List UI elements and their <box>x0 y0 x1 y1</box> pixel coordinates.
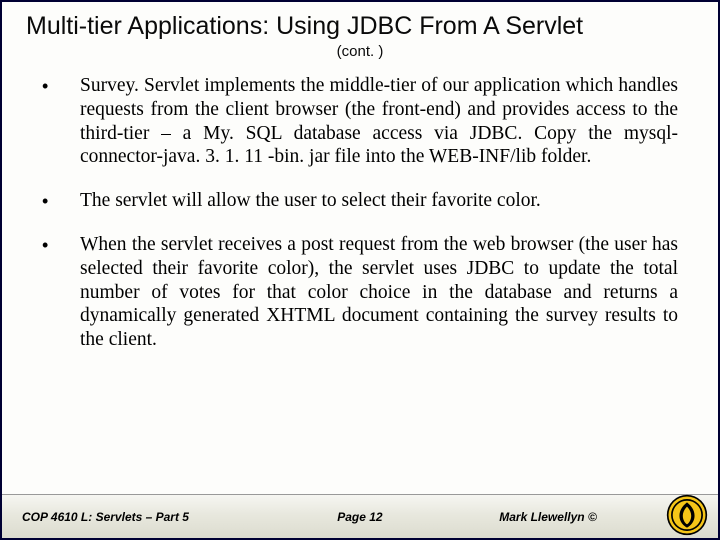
footer-author: Mark Llewellyn © <box>459 510 698 524</box>
bullet-text: When the servlet receives a post request… <box>62 233 678 352</box>
title-block: Multi-tier Applications: Using JDBC From… <box>2 2 718 60</box>
ucf-pegasus-logo-icon <box>666 494 708 536</box>
bullet-marker-icon: • <box>42 233 62 257</box>
bullet-item: • The servlet will allow the user to sel… <box>42 189 678 213</box>
slide-subtitle: (cont. ) <box>26 43 694 60</box>
bullet-text: Survey. Servlet implements the middle-ti… <box>62 74 678 169</box>
footer-page: Page 12 <box>261 510 460 524</box>
bullet-item: • When the servlet receives a post reque… <box>42 233 678 352</box>
bullet-text: The servlet will allow the user to selec… <box>62 189 678 213</box>
slide: Multi-tier Applications: Using JDBC From… <box>0 0 720 540</box>
slide-title: Multi-tier Applications: Using JDBC From… <box>26 12 694 41</box>
bullet-item: • Survey. Servlet implements the middle-… <box>42 74 678 169</box>
bullet-marker-icon: • <box>42 74 62 98</box>
content-area: • Survey. Servlet implements the middle-… <box>2 60 718 494</box>
footer: COP 4610 L: Servlets – Part 5 Page 12 Ma… <box>2 494 718 538</box>
bullet-marker-icon: • <box>42 189 62 213</box>
footer-course: COP 4610 L: Servlets – Part 5 <box>22 510 261 524</box>
